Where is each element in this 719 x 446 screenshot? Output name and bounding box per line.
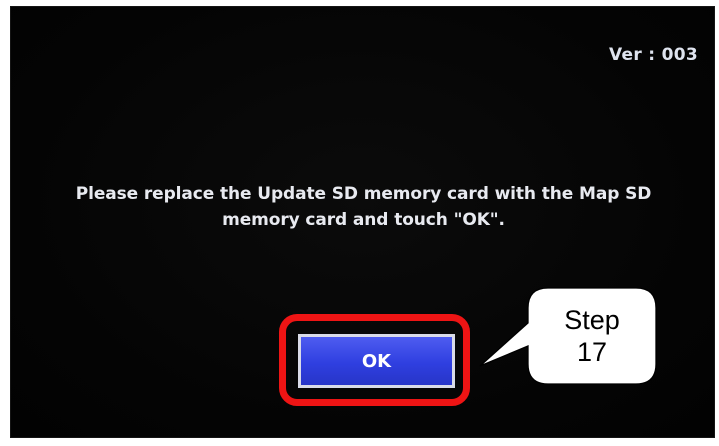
version-label: Ver : 003 [609, 45, 698, 65]
ok-button[interactable]: OK [298, 334, 455, 388]
photo-frame: Ver : 003 Please replace the Update SD m… [0, 0, 719, 446]
callout-line-2: 17 [576, 337, 608, 367]
instruction-message: Please replace the Update SD memory card… [75, 184, 652, 230]
callout-text: Step 17 [528, 288, 656, 384]
callout-line-1: Step [564, 305, 620, 335]
